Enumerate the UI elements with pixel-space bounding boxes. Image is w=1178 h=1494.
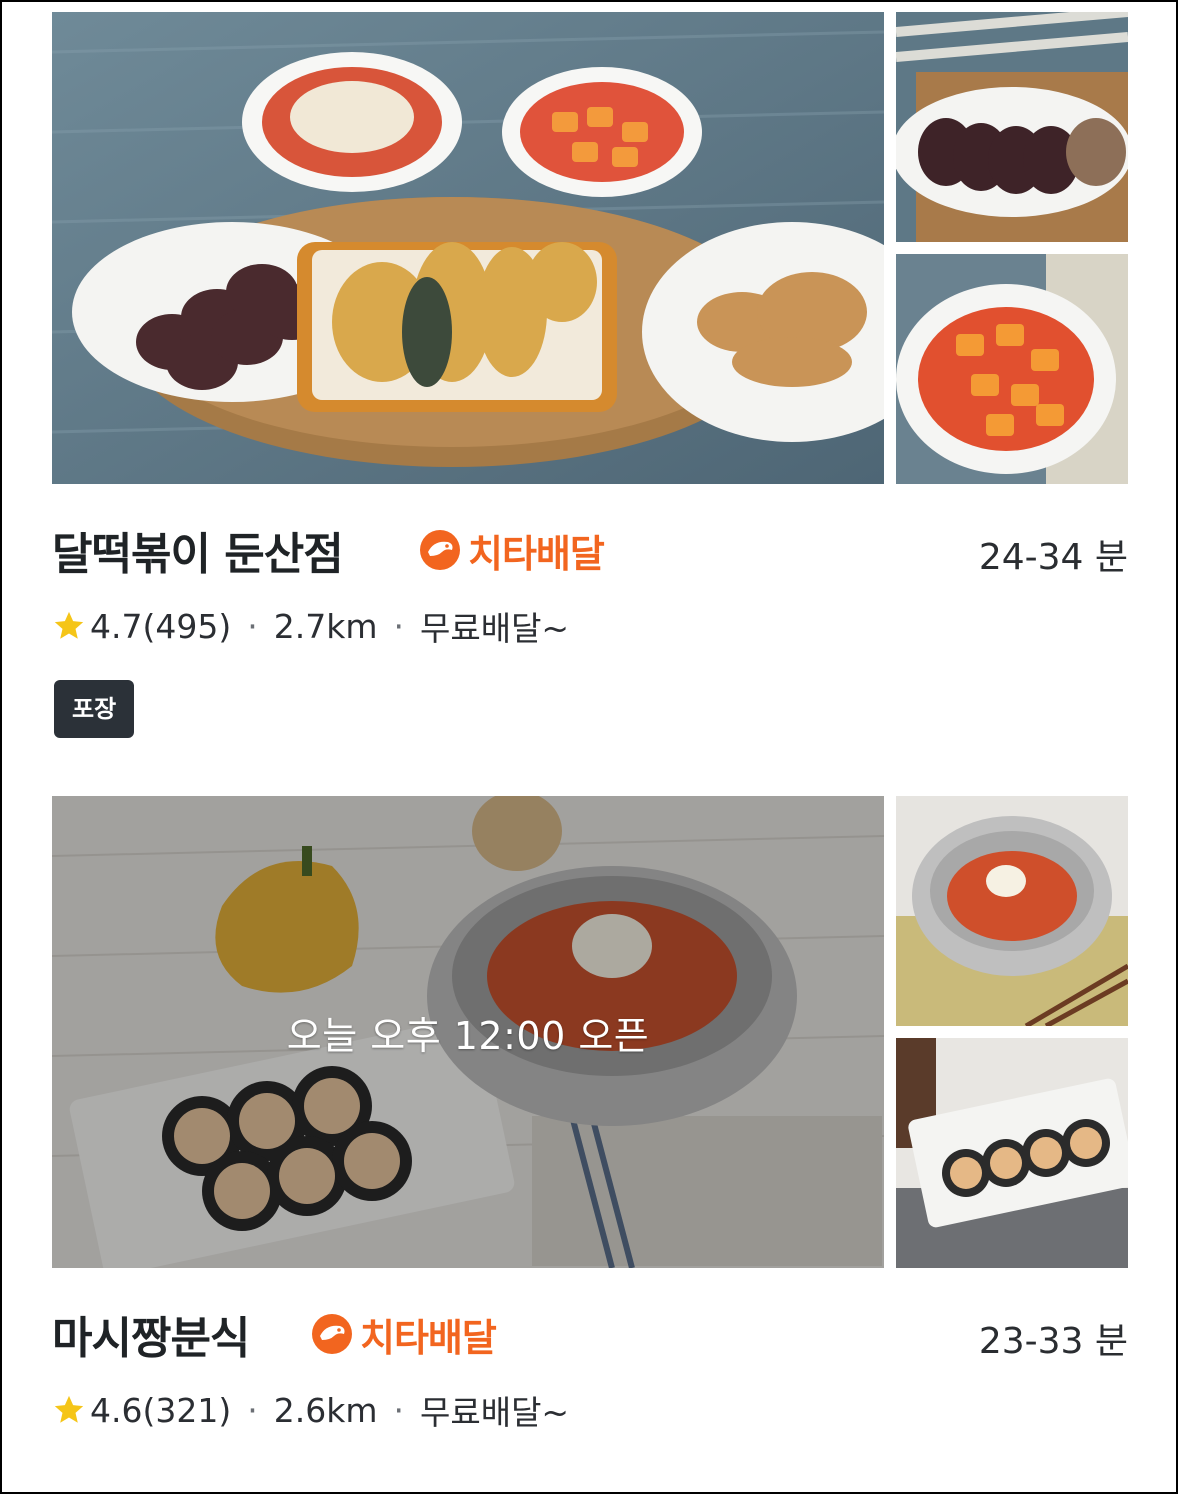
separator-dot: ·	[393, 1390, 404, 1430]
main-photo	[52, 12, 884, 484]
delivery-eta: 23-33 분	[978, 1321, 1128, 1362]
side-photo-bottom	[896, 254, 1128, 484]
rating: 4.6	[90, 1390, 143, 1430]
cheetah-icon	[312, 1314, 352, 1354]
rating: 4.7	[90, 606, 143, 646]
separator-dot: ·	[247, 606, 258, 646]
store-card[interactable]: 달떡볶이 둔산점 치타배달 24-34 분 4.7 (495) · 2.7km …	[52, 12, 1128, 738]
cheetah-delivery-badge: 치타배달	[418, 528, 605, 576]
star-icon	[54, 1395, 84, 1423]
side-photo-top	[896, 796, 1128, 1026]
closed-overlay: 오늘 오후 12:00 오픈	[52, 796, 884, 1268]
separator-dot: ·	[393, 606, 404, 646]
store-header: 마시짱분식 치타배달 23-33 분	[52, 1268, 1128, 1388]
delivery-fee: 무료배달~	[419, 609, 570, 648]
side-photo-bottom	[896, 1038, 1128, 1268]
store-name: 마시짱분식	[52, 1313, 250, 1364]
cheetah-icon	[420, 530, 460, 570]
takeout-tag: 포장	[54, 680, 135, 738]
store-name: 달떡볶이 둔산점	[52, 529, 344, 580]
delivery-fee: 무료배달~	[419, 1393, 570, 1432]
cheetah-delivery-badge: 치타배달	[310, 1312, 497, 1360]
opening-time-notice: 오늘 오후 12:00 오픈	[286, 1013, 650, 1058]
cheetah-delivery-label: 치타배달	[360, 1315, 497, 1360]
review-count: (495)	[142, 606, 232, 646]
distance: 2.6km	[273, 1390, 378, 1430]
store-card[interactable]: 오늘 오후 12:00 오픈 마시짱분식 치타배달 23-33 분 4.6 (3…	[52, 796, 1128, 1432]
star-icon	[54, 611, 84, 639]
store-list: 달떡볶이 둔산점 치타배달 24-34 분 4.7 (495) · 2.7km …	[0, 0, 1178, 1494]
delivery-eta: 24-34 분	[978, 537, 1128, 578]
distance: 2.7km	[273, 606, 378, 646]
store-header: 달떡볶이 둔산점 치타배달 24-34 분	[52, 484, 1128, 604]
cheetah-delivery-label: 치타배달	[468, 531, 605, 576]
store-photos[interactable]	[52, 12, 1128, 484]
separator-dot: ·	[247, 1390, 258, 1430]
store-meta: 4.7 (495) · 2.7km · 무료배달~	[52, 602, 569, 650]
store-photos[interactable]: 오늘 오후 12:00 오픈	[52, 796, 1128, 1268]
store-meta: 4.6 (321) · 2.6km · 무료배달~	[52, 1386, 569, 1434]
side-photo-top	[896, 12, 1128, 242]
main-photo: 오늘 오후 12:00 오픈	[52, 796, 884, 1268]
review-count: (321)	[142, 1390, 232, 1430]
